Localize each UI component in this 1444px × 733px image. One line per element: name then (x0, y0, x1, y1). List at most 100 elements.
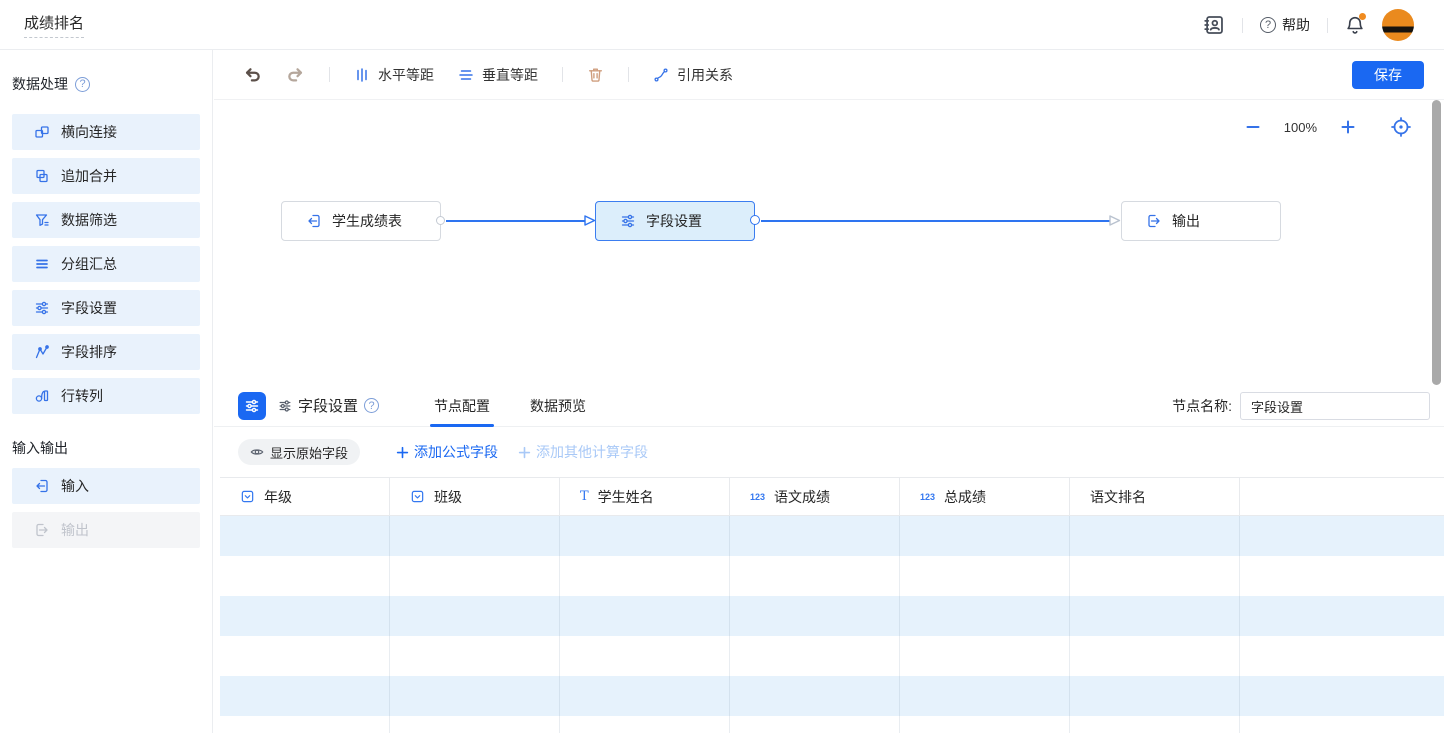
column-header-grade[interactable]: 年级 (220, 478, 390, 515)
table-cell (900, 596, 1070, 636)
sidebar-item-label: 行转列 (61, 386, 103, 406)
flow-canvas[interactable]: 100% (214, 100, 1444, 385)
group-summary-icon (34, 256, 50, 272)
panel-help-icon[interactable] (364, 398, 379, 413)
notification-dot (1359, 13, 1366, 20)
fields-table: 年级 班级 T 学生姓名 (220, 477, 1444, 733)
edge-fieldsettings-to-output (761, 220, 1110, 222)
table-cell (1070, 636, 1240, 676)
output-icon (1146, 213, 1162, 229)
sidebar-item-field-settings[interactable]: 字段设置 (12, 290, 200, 326)
table-row (220, 676, 1444, 716)
table-cell (1070, 596, 1240, 636)
reference-relation-label: 引用关系 (677, 65, 733, 85)
horizontal-distribute-button[interactable]: 水平等距 (354, 65, 434, 85)
undo-icon (243, 65, 262, 84)
help-button[interactable]: 帮助 (1260, 15, 1310, 35)
table-cell (560, 596, 730, 636)
join-icon (34, 124, 50, 140)
tab-data-preview[interactable]: 数据预览 (530, 385, 586, 427)
sidebar-item-input[interactable]: 输入 (12, 468, 200, 504)
sidebar-item-group-summary[interactable]: 分组汇总 (12, 246, 200, 282)
table-cell (900, 516, 1070, 556)
sidebar-item-field-sort[interactable]: 字段排序 (12, 334, 200, 370)
show-original-fields-toggle[interactable]: 显示原始字段 (238, 439, 360, 465)
sidebar-item-append-merge[interactable]: 追加合并 (12, 158, 200, 194)
crosshair-icon (1391, 117, 1411, 137)
user-avatar[interactable] (1382, 9, 1414, 41)
add-other-calc-field-label: 添加其他计算字段 (536, 442, 648, 462)
divider (1327, 18, 1328, 33)
table-row (220, 596, 1444, 636)
table-cell (560, 676, 730, 716)
zoom-in-button[interactable] (1339, 118, 1357, 136)
add-formula-field-button[interactable]: 添加公式字段 (396, 442, 498, 462)
column-header-student-name[interactable]: T 学生姓名 (560, 478, 730, 515)
topbar-actions: 帮助 (1203, 0, 1414, 50)
redo-button[interactable] (286, 65, 305, 84)
sidebar-item-label: 字段排序 (61, 342, 117, 362)
number-type-icon: 123 (750, 492, 765, 502)
node-output[interactable]: 输出 (1121, 201, 1281, 241)
table-row (220, 516, 1444, 556)
reference-relation-button[interactable]: 引用关系 (653, 65, 733, 85)
sidebar-item-pivot[interactable]: 行转列 (12, 378, 200, 414)
table-cell (390, 636, 560, 676)
section-help-icon[interactable] (75, 77, 90, 92)
field-settings-mini-icon (278, 399, 292, 413)
sidebar-item-horizontal-join[interactable]: 横向连接 (12, 114, 200, 150)
plus-icon (518, 446, 531, 459)
delete-button[interactable] (587, 66, 604, 83)
input-output-list: 输入 输出 (0, 468, 212, 548)
node-field-settings[interactable]: 字段设置 (595, 201, 755, 241)
table-cell (900, 676, 1070, 716)
vertical-distribute-label: 垂直等距 (482, 65, 538, 85)
table-cell (560, 716, 730, 733)
tab-node-config[interactable]: 节点配置 (434, 385, 490, 427)
app-window: 成绩排名 帮助 (0, 0, 1444, 733)
sidebar-item-output: 输出 (12, 512, 200, 548)
section-title: 输入输出 (12, 438, 68, 458)
canvas-toolbar: 水平等距 垂直等距 (214, 50, 1444, 100)
sidebar-item-label: 数据筛选 (61, 210, 117, 230)
table-cell (730, 716, 900, 733)
arrowhead-icon (1108, 214, 1121, 227)
help-icon (1260, 17, 1276, 33)
table-cell (730, 676, 900, 716)
output-port[interactable] (436, 216, 445, 225)
undo-button[interactable] (243, 65, 262, 84)
fit-view-button[interactable] (1391, 117, 1411, 137)
node-label: 学生成绩表 (332, 211, 402, 231)
contacts-icon[interactable] (1203, 14, 1225, 36)
output-port[interactable] (750, 215, 760, 225)
document-title[interactable]: 成绩排名 (24, 12, 84, 38)
sidebar-item-label: 追加合并 (61, 166, 117, 186)
table-cell (390, 516, 560, 556)
zoom-out-button[interactable] (1244, 118, 1262, 136)
vertical-scrollbar[interactable] (1432, 100, 1441, 385)
table-cell (560, 516, 730, 556)
sidebar-item-data-filter[interactable]: 数据筛选 (12, 202, 200, 238)
save-button[interactable]: 保存 (1352, 61, 1424, 89)
plus-icon (396, 446, 409, 459)
table-row (220, 556, 1444, 596)
node-student-score-table[interactable]: 学生成绩表 (281, 201, 441, 241)
column-header-chinese-rank[interactable]: 语文排名 (1070, 478, 1240, 515)
minus-icon (1244, 118, 1262, 136)
table-cell (390, 716, 560, 733)
column-header-class[interactable]: 班级 (390, 478, 560, 515)
top-bar: 成绩排名 帮助 (0, 0, 1444, 50)
table-cell (1070, 676, 1240, 716)
divider (1242, 18, 1243, 33)
vertical-distribute-button[interactable]: 垂直等距 (458, 65, 538, 85)
select-type-icon (410, 489, 425, 504)
column-header-chinese-score[interactable]: 123 语文成绩 (730, 478, 900, 515)
table-cell (1240, 636, 1444, 676)
column-header-total-score[interactable]: 123 总成绩 (900, 478, 1070, 515)
notifications-button[interactable] (1345, 15, 1365, 35)
table-cell (900, 716, 1070, 733)
node-config-panel: 字段设置 节点配置 数据预览 节点名称: (214, 385, 1444, 733)
column-label: 语文成绩 (774, 487, 830, 507)
node-name-input[interactable] (1240, 392, 1430, 420)
field-settings-icon (34, 300, 50, 316)
